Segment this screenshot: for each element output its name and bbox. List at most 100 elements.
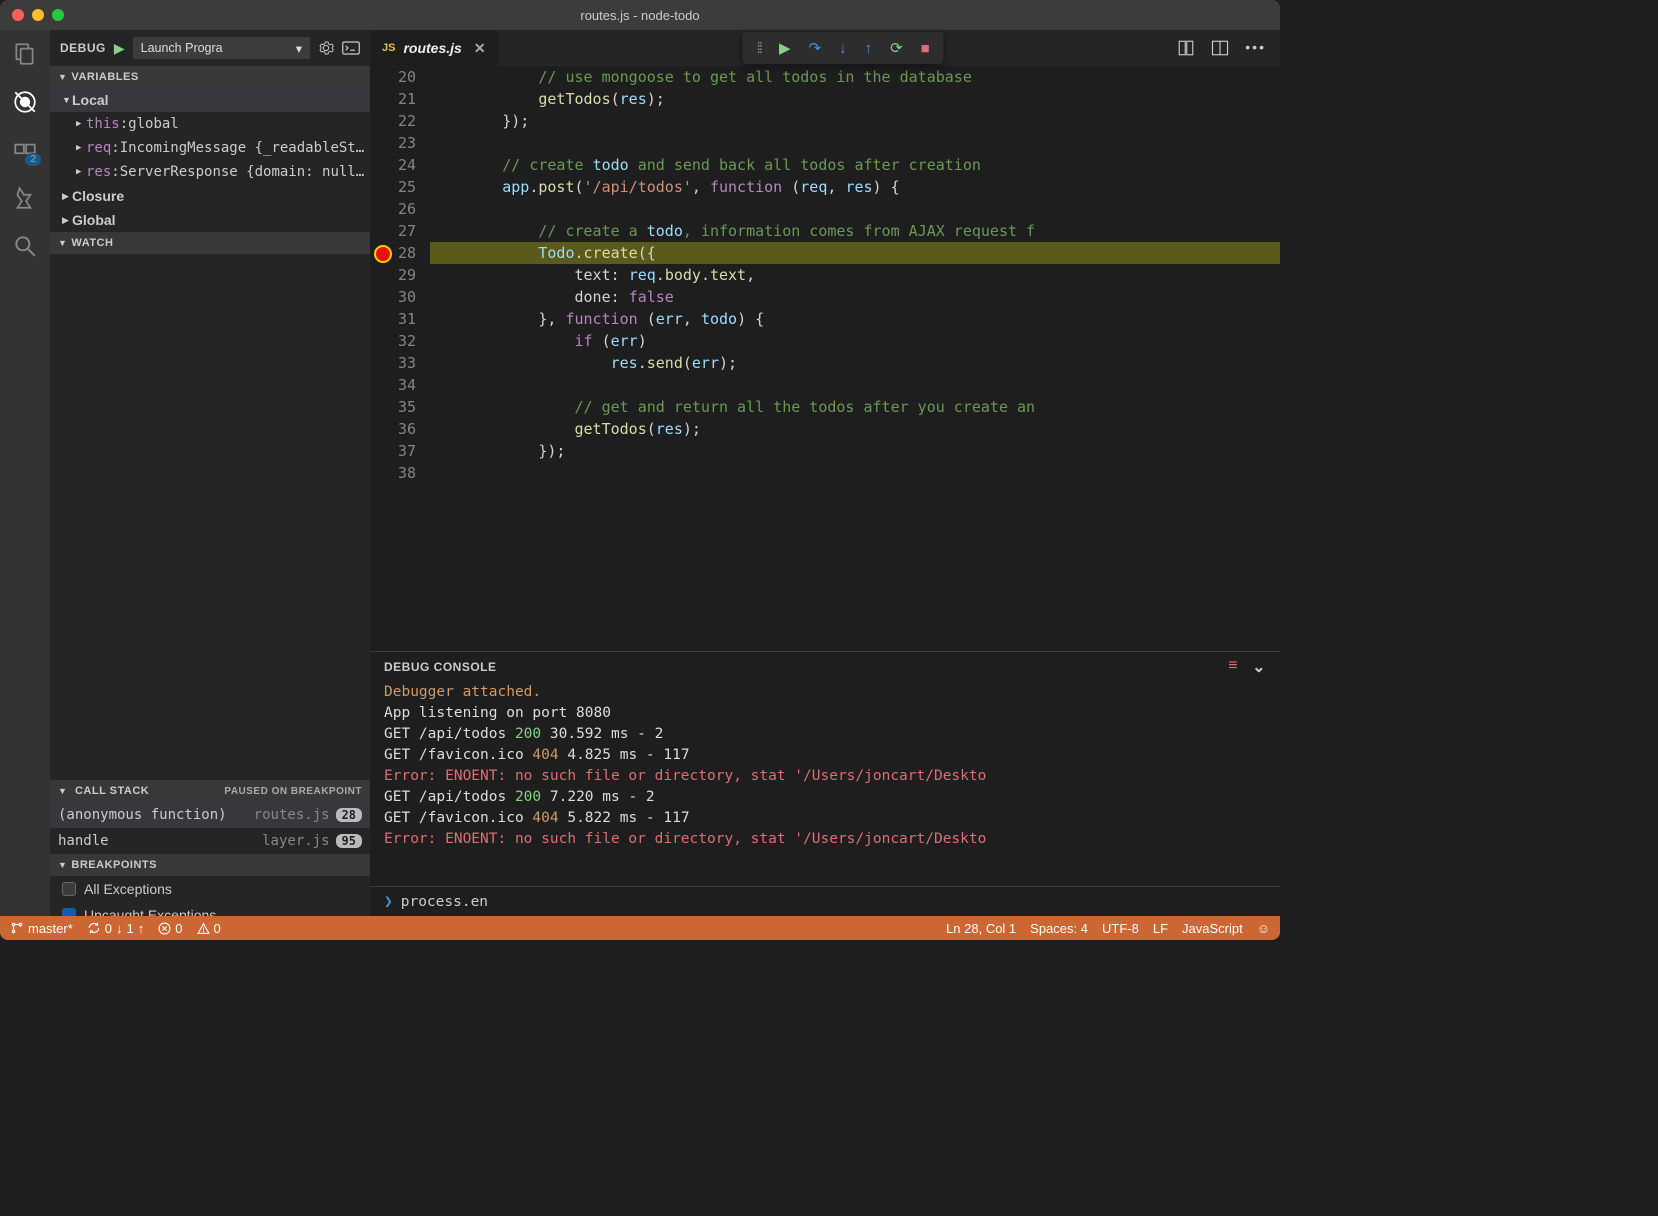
console-line: GET /favicon.ico 404 5.822 ms - 117 <box>384 808 1266 829</box>
variable-row[interactable]: ▶ req: IncomingMessage {_readableSt… <box>50 136 370 160</box>
checkbox[interactable] <box>62 908 76 916</box>
variables-body: ▼ Local▶ this: global▶ req: IncomingMess… <box>50 88 370 232</box>
collapse-arrow-icon: ▼ <box>58 786 67 796</box>
explorer-icon[interactable] <box>11 40 39 68</box>
code-content[interactable]: // use mongoose to get all todos in the … <box>430 66 1280 651</box>
search-icon[interactable] <box>11 232 39 260</box>
panel-title: DEBUG CONSOLE <box>384 660 497 674</box>
maximize-window-button[interactable] <box>52 9 64 21</box>
feedback-icon[interactable]: ☺ <box>1257 921 1270 936</box>
breakpoints-section-header[interactable]: ▼ BREAKPOINTS <box>50 854 370 876</box>
callstack-frame[interactable]: handlelayer.js95 <box>50 828 370 854</box>
console-output[interactable]: Debugger attached.App listening on port … <box>370 682 1280 886</box>
collapse-arrow-icon: ▼ <box>58 238 67 248</box>
extensions-icon[interactable] <box>11 184 39 212</box>
callstack-status: PAUSED ON BREAKPOINT <box>224 786 362 797</box>
editor-actions: ••• <box>1177 39 1280 57</box>
stop-button[interactable]: ■ <box>921 40 930 57</box>
debug-sidebar: DEBUG ▶ Launch Progra ▾ ▼ VARIABLES ▼ Lo… <box>50 30 370 916</box>
git-branch[interactable]: master* <box>10 921 73 936</box>
debug-header: DEBUG ▶ Launch Progra ▾ <box>50 30 370 66</box>
line-gutter[interactable]: 20212223242526272829303132333435363738 <box>370 66 430 651</box>
debug-title: DEBUG <box>60 41 106 55</box>
split-editor-button[interactable] <box>1211 39 1229 57</box>
language-mode[interactable]: JavaScript <box>1182 921 1243 936</box>
tab-filename: routes.js <box>403 40 461 56</box>
collapse-arrow-icon: ▼ <box>58 72 67 82</box>
variable-row[interactable]: ▶ res: ServerResponse {domain: null… <box>50 160 370 184</box>
warnings-count[interactable]: 0 <box>197 921 221 936</box>
launch-config-select[interactable]: Launch Progra ▾ <box>133 37 310 59</box>
status-bar: master* 0↓ 1↑ 0 0 Ln 28, Col 1 Spaces: 4… <box>0 916 1280 940</box>
restart-button[interactable]: ⟳ <box>890 39 903 57</box>
js-file-icon: JS <box>382 42 395 54</box>
compare-icon[interactable] <box>1177 39 1195 57</box>
activity-bar: 2 <box>0 30 50 916</box>
sync-up: 1 <box>127 921 134 936</box>
variables-title: VARIABLES <box>71 71 138 83</box>
callstack-frame[interactable]: (anonymous function)routes.js28 <box>50 802 370 828</box>
step-into-button[interactable]: ↓ <box>839 40 847 57</box>
console-line: GET /api/todos 200 7.220 ms - 2 <box>384 787 1266 808</box>
console-input-row[interactable]: ❯ process.en <box>370 886 1280 916</box>
step-out-button[interactable]: ↑ <box>865 40 873 57</box>
toolbar-grip-icon[interactable]: ⁞⁞ <box>757 40 761 57</box>
console-line: App listening on port 8080 <box>384 703 1266 724</box>
indent-info[interactable]: Spaces: 4 <box>1030 921 1088 936</box>
console-input[interactable]: process.en <box>401 894 488 910</box>
code-editor[interactable]: 20212223242526272829303132333435363738 /… <box>370 66 1280 651</box>
encoding[interactable]: UTF-8 <box>1102 921 1139 936</box>
continue-button[interactable]: ▶ <box>779 39 791 57</box>
callstack-body: (anonymous function)routes.js28handlelay… <box>50 802 370 854</box>
close-window-button[interactable] <box>12 9 24 21</box>
errors-count[interactable]: 0 <box>158 921 182 936</box>
prompt-icon: ❯ <box>384 894 393 910</box>
source-control-badge: 2 <box>25 153 41 166</box>
debug-icon[interactable] <box>11 88 39 116</box>
sync-status[interactable]: 0↓ 1↑ <box>87 921 144 936</box>
tabs-row: JS routes.js ✕ ⁞⁞ ▶ ↷ ↓ ↑ ⟳ ■ ••• <box>370 30 1280 66</box>
titlebar: routes.js - node-todo <box>0 0 1280 30</box>
breakpoint-marker[interactable] <box>374 245 392 263</box>
collapse-panel-button[interactable]: ⌄ <box>1252 657 1266 677</box>
variables-section-header[interactable]: ▼ VARIABLES <box>50 66 370 88</box>
debug-toolbar[interactable]: ⁞⁞ ▶ ↷ ↓ ↑ ⟳ ■ <box>743 32 944 64</box>
sync-down: 0 <box>105 921 112 936</box>
console-line: GET /favicon.ico 404 4.825 ms - 117 <box>384 745 1266 766</box>
watch-title: WATCH <box>71 237 113 249</box>
minimize-window-button[interactable] <box>32 9 44 21</box>
breakpoint-row[interactable]: Uncaught Exceptions <box>50 902 370 916</box>
variables-group[interactable]: ▼ Local <box>50 88 370 112</box>
collapse-arrow-icon: ▼ <box>58 860 67 870</box>
watch-body <box>50 254 370 780</box>
source-control-icon[interactable]: 2 <box>11 136 39 164</box>
clear-console-button[interactable]: ≡ <box>1228 657 1238 677</box>
editor-area: JS routes.js ✕ ⁞⁞ ▶ ↷ ↓ ↑ ⟳ ■ ••• <box>370 30 1280 916</box>
debug-console-panel: DEBUG CONSOLE ≡ ⌄ Debugger attached.App … <box>370 651 1280 916</box>
console-line: GET /api/todos 200 30.592 ms - 2 <box>384 724 1266 745</box>
more-actions-button[interactable]: ••• <box>1245 39 1266 57</box>
eol[interactable]: LF <box>1153 921 1168 936</box>
checkbox[interactable] <box>62 882 76 896</box>
console-line: Error: ENOENT: no such file or directory… <box>384 766 1266 787</box>
console-line: Error: ENOENT: no such file or directory… <box>384 829 1266 850</box>
panel-header: DEBUG CONSOLE ≡ ⌄ <box>370 652 1280 682</box>
breakpoint-row[interactable]: All Exceptions <box>50 876 370 902</box>
watch-section-header[interactable]: ▼ WATCH <box>50 232 370 254</box>
callstack-section-header[interactable]: ▼ CALL STACK PAUSED ON BREAKPOINT <box>50 780 370 802</box>
vscode-window: routes.js - node-todo 2 DEBUG <box>0 0 1280 940</box>
start-debug-button[interactable]: ▶ <box>114 40 125 57</box>
variables-group[interactable]: ▶ Closure <box>50 184 370 208</box>
variables-group[interactable]: ▶ Global <box>50 208 370 232</box>
editor-tab-routes[interactable]: JS routes.js ✕ <box>370 30 498 66</box>
debug-console-toggle[interactable] <box>342 41 360 55</box>
variable-row[interactable]: ▶ this: global <box>50 112 370 136</box>
callstack-title: CALL STACK <box>75 785 149 797</box>
window-title: routes.js - node-todo <box>0 8 1280 23</box>
debug-settings-button[interactable] <box>318 40 334 56</box>
breakpoints-body: All ExceptionsUncaught Exceptions <box>50 876 370 916</box>
step-over-button[interactable]: ↷ <box>809 39 822 57</box>
cursor-position[interactable]: Ln 28, Col 1 <box>946 921 1016 936</box>
close-tab-button[interactable]: ✕ <box>470 40 486 57</box>
launch-config-label: Launch Progra <box>141 41 223 55</box>
